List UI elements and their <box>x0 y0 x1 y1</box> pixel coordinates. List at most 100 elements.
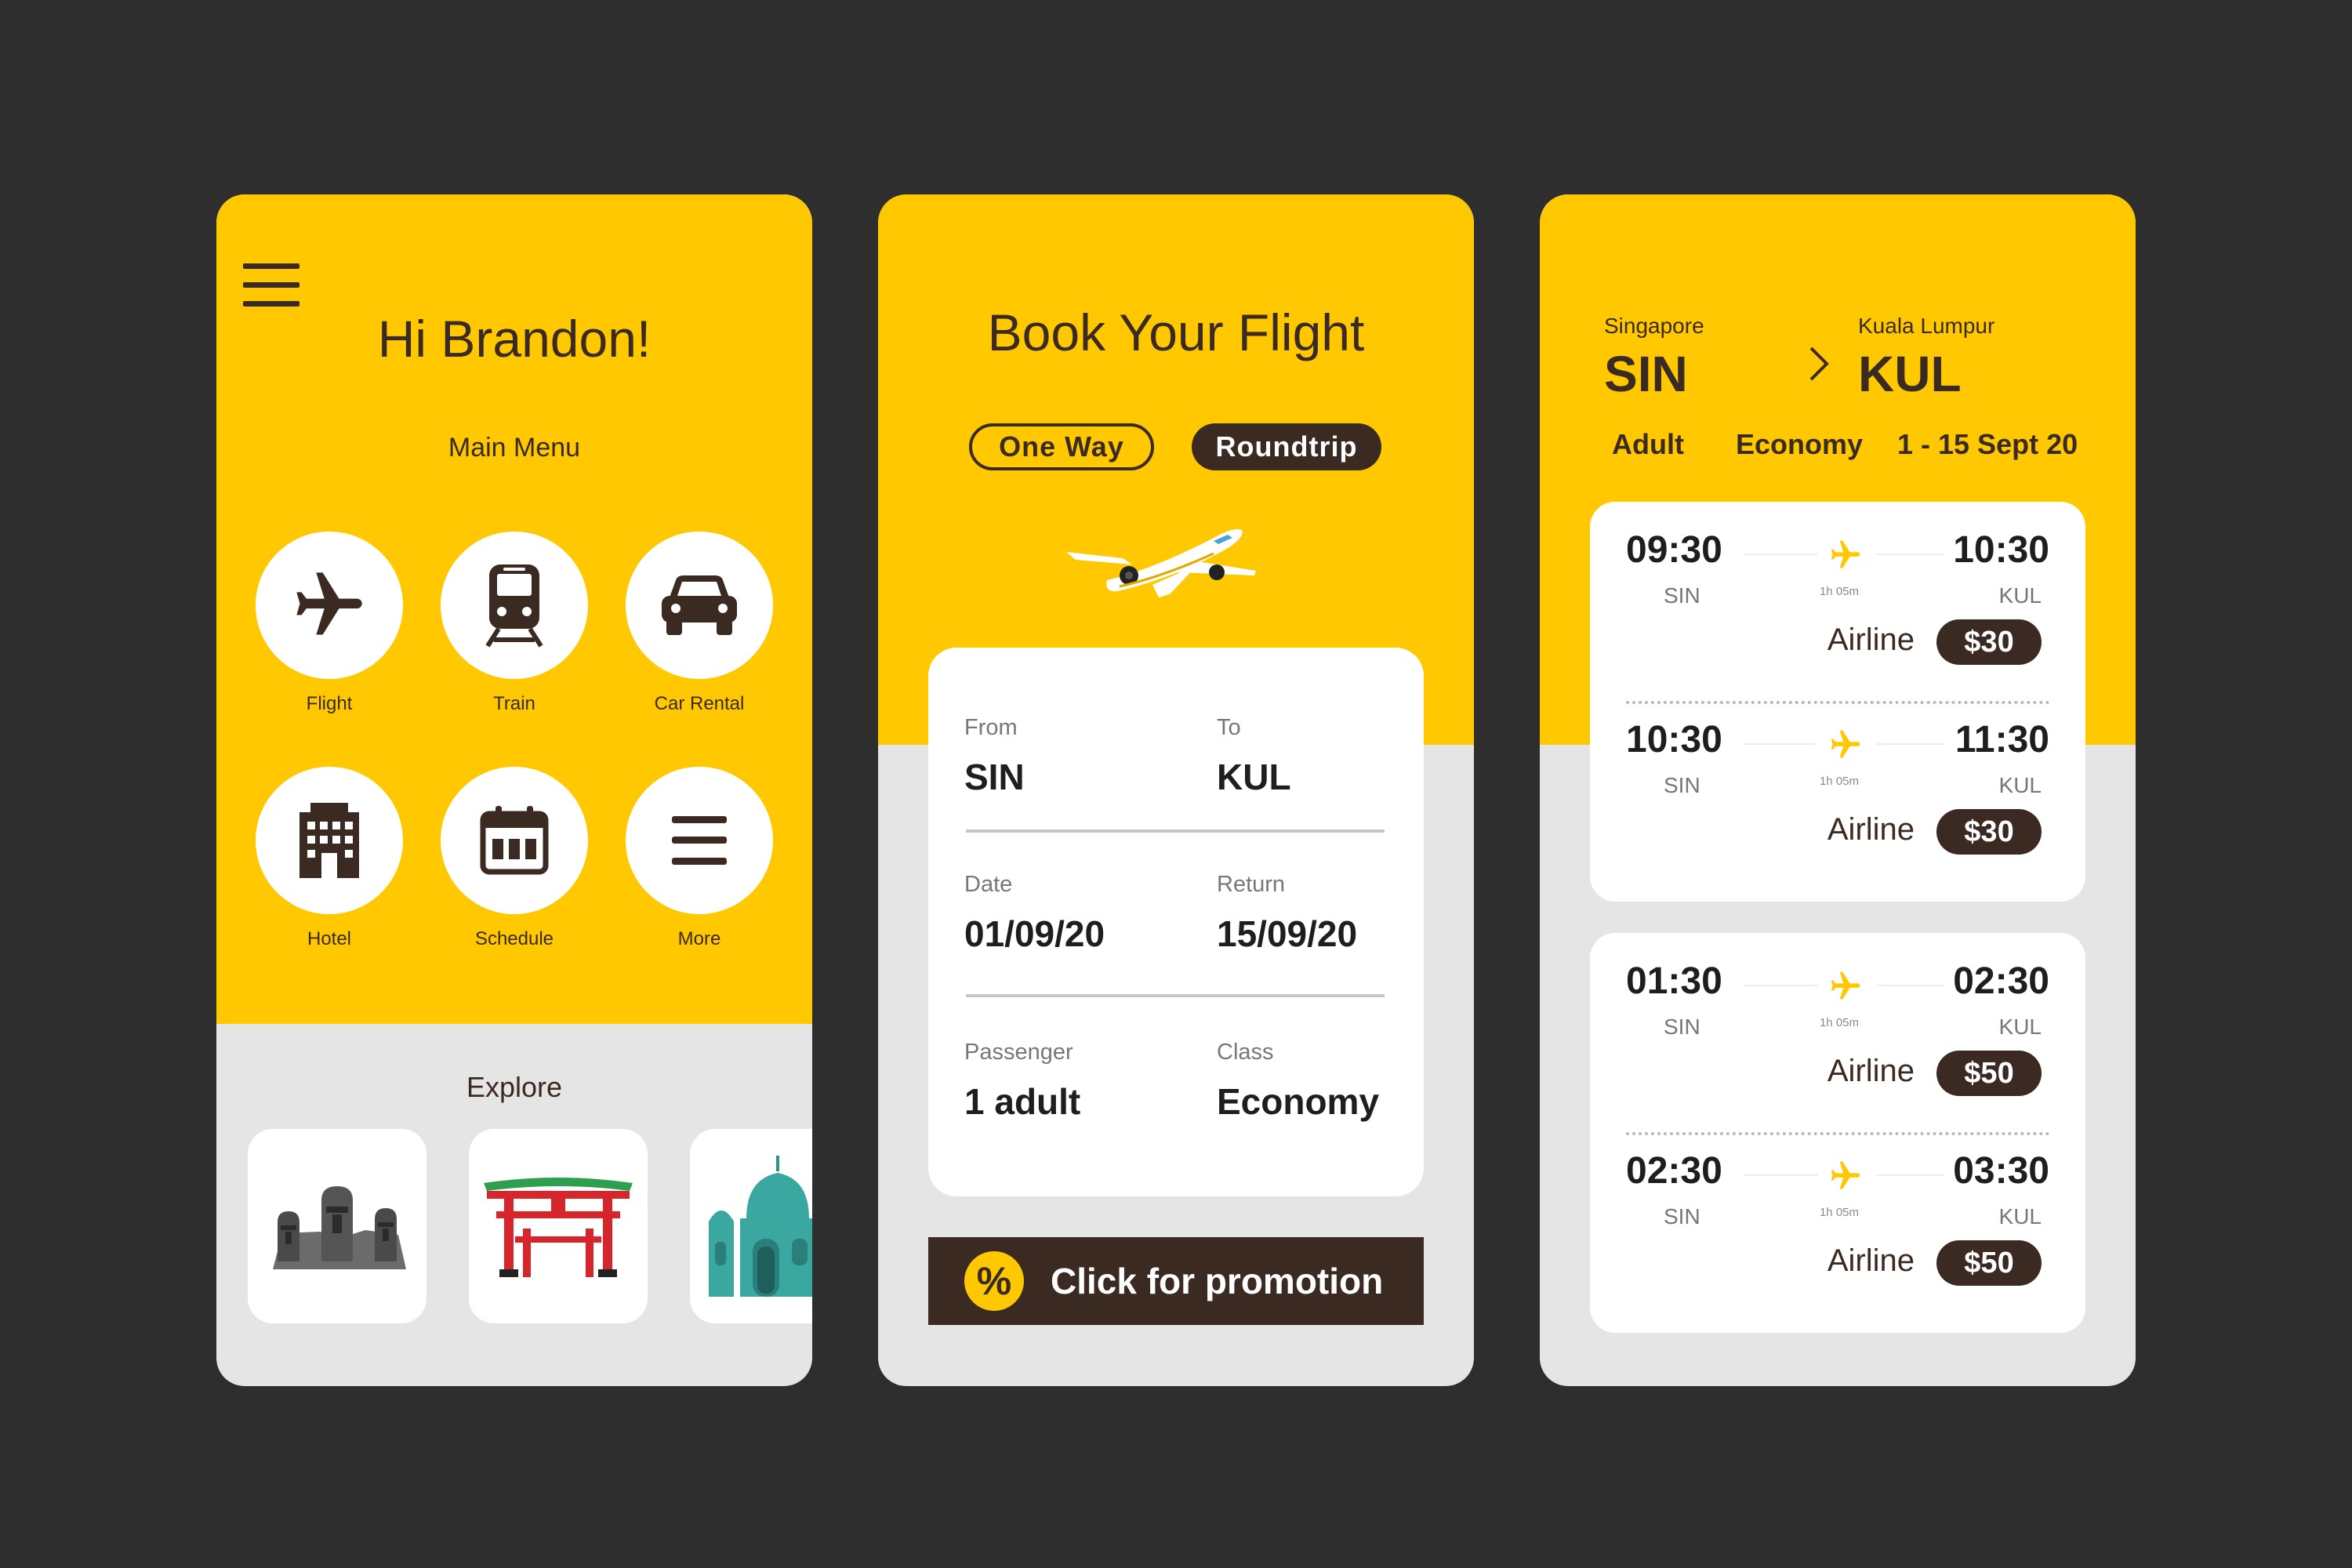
menu-item-hotel[interactable]: Hotel <box>256 767 403 950</box>
promotion-label: Click for promotion <box>1051 1261 1384 1301</box>
menu-item-schedule[interactable]: Schedule <box>441 767 588 950</box>
arrival-code: KUL <box>1998 1204 2042 1229</box>
from-value[interactable]: SIN <box>964 756 1025 798</box>
flight-row[interactable]: 02:30 03:30 SIN 1h 05m KUL Airline $50 <box>1590 1123 2085 1312</box>
booking-screen: Book Your Flight One Way Roundtrip From … <box>878 194 1474 1386</box>
passenger-value[interactable]: 1 adult <box>964 1080 1080 1123</box>
flight-row[interactable]: 10:30 11:30 SIN 1h 05m KUL Airline $30 <box>1590 691 2085 881</box>
arrival-time: 03:30 <box>1953 1150 2049 1192</box>
airplane-icon <box>1831 540 1860 568</box>
price-button[interactable]: $50 <box>1936 1051 2042 1096</box>
arrival-time: 10:30 <box>1953 529 2049 571</box>
torii-gate-icon <box>484 1178 633 1277</box>
destination-code: KUL <box>1858 346 1962 402</box>
menu-item-label: Hotel <box>307 928 352 949</box>
date-label: Date <box>964 872 1013 897</box>
menu-lines-icon <box>672 816 727 865</box>
airplane-icon <box>1831 730 1860 758</box>
explore-card-torii[interactable] <box>469 1129 648 1323</box>
route-line <box>1744 743 1817 745</box>
promotion-button[interactable]: % Click for promotion <box>928 1237 1424 1325</box>
form-divider <box>966 829 1385 833</box>
train-icon <box>485 564 543 648</box>
hamburger-menu-icon[interactable] <box>243 263 299 307</box>
flight-search-form: From SIN To KUL Date 01/09/20 Return 15/… <box>928 648 1424 1196</box>
origin-city: Singapore <box>1604 314 1704 338</box>
return-label: Return <box>1217 872 1286 897</box>
flight-row[interactable]: 01:30 02:30 SIN 1h 05m KUL Airline $50 <box>1590 933 2085 1123</box>
airplane-icon <box>1831 971 1860 1000</box>
menu-item-label: Car Rental <box>654 693 745 714</box>
explore-title: Explore <box>466 1071 563 1103</box>
to-label: To <box>1217 715 1241 740</box>
flight-duration: 1h 05m <box>1819 1016 1860 1029</box>
flight-duration: 1h 05m <box>1819 775 1860 788</box>
class-label: Class <box>1217 1040 1274 1065</box>
menu-item-label: More <box>677 928 721 949</box>
price-button[interactable]: $30 <box>1936 809 2042 855</box>
flight-row[interactable]: 09:30 10:30 SIN 1h 05m KUL Airline $30 <box>1590 502 2085 691</box>
menu-item-flight[interactable]: Flight <box>256 532 403 715</box>
menu-circle <box>626 532 773 679</box>
explore-card-moai[interactable] <box>248 1129 426 1323</box>
menu-circle <box>256 767 403 914</box>
arrival-code: KUL <box>1998 773 2042 797</box>
price-button[interactable]: $30 <box>1936 619 2042 665</box>
airplane-illustration-icon <box>1066 529 1256 597</box>
flight-results-card: 09:30 10:30 SIN 1h 05m KUL Airline $30 1… <box>1590 502 2085 902</box>
arrival-time: 11:30 <box>1955 719 2049 760</box>
mosque-icon <box>709 1156 812 1297</box>
airline-name: Airline <box>1827 622 1915 657</box>
menu-circle <box>441 767 588 914</box>
one-way-toggle[interactable]: One Way <box>969 423 1154 470</box>
price-button[interactable]: $50 <box>1936 1240 2042 1286</box>
departure-code: SIN <box>1664 583 1700 608</box>
explore-card-mosque[interactable] <box>690 1129 812 1323</box>
greeting-title: Hi Brandon! <box>377 310 652 368</box>
route-line <box>1744 554 1817 555</box>
route-line <box>1744 985 1817 986</box>
origin-code: SIN <box>1604 346 1688 402</box>
route-line <box>1877 743 1944 745</box>
menu-item-label: Schedule <box>474 928 554 949</box>
roundtrip-toggle[interactable]: Roundtrip <box>1192 423 1381 470</box>
route-line <box>1877 985 1944 986</box>
main-menu-title: Main Menu <box>448 433 581 463</box>
passenger-label: Passenger <box>964 1040 1073 1065</box>
calendar-icon <box>480 806 549 875</box>
arrival-time: 02:30 <box>1953 960 2049 1002</box>
departure-time: 02:30 <box>1626 1150 1722 1192</box>
menu-circle <box>441 532 588 679</box>
airplane-icon <box>1831 1161 1860 1189</box>
flight-results-card: 01:30 02:30 SIN 1h 05m KUL Airline $50 0… <box>1590 933 2085 1333</box>
departure-time: 01:30 <box>1626 960 1722 1002</box>
route-line <box>1877 554 1944 555</box>
class-value[interactable]: Economy <box>1217 1080 1379 1123</box>
flight-duration: 1h 05m <box>1819 1206 1860 1219</box>
departure-code: SIN <box>1664 1204 1700 1229</box>
home-screen: Hi Brandon! Main Menu Flight Train Car R… <box>216 194 812 1386</box>
destination-city: Kuala Lumpur <box>1858 314 1995 338</box>
to-value[interactable]: KUL <box>1217 756 1291 798</box>
percent-icon: % <box>964 1251 1024 1311</box>
route-line <box>1877 1174 1944 1176</box>
route-line <box>1744 1174 1817 1176</box>
airline-name: Airline <box>1827 1243 1915 1278</box>
moai-statues-icon <box>273 1186 406 1269</box>
departure-code: SIN <box>1664 1014 1700 1039</box>
form-divider <box>966 994 1385 997</box>
menu-circle <box>626 767 773 914</box>
cabin-class: Economy <box>1736 428 1864 460</box>
hotel-building-icon <box>299 803 359 878</box>
from-label: From <box>964 715 1018 740</box>
menu-item-car-rental[interactable]: Car Rental <box>626 532 773 715</box>
results-screen: Singapore SIN Kuala Lumpur KUL Adult Eco… <box>1540 194 2136 1386</box>
car-icon <box>662 575 737 635</box>
return-value[interactable]: 15/09/20 <box>1217 913 1357 955</box>
menu-item-train[interactable]: Train <box>441 532 588 715</box>
airline-name: Airline <box>1827 1054 1915 1088</box>
menu-item-label: Train <box>493 693 535 714</box>
departure-code: SIN <box>1664 773 1700 797</box>
date-value[interactable]: 01/09/20 <box>964 913 1105 955</box>
menu-item-more[interactable]: More <box>626 767 773 950</box>
